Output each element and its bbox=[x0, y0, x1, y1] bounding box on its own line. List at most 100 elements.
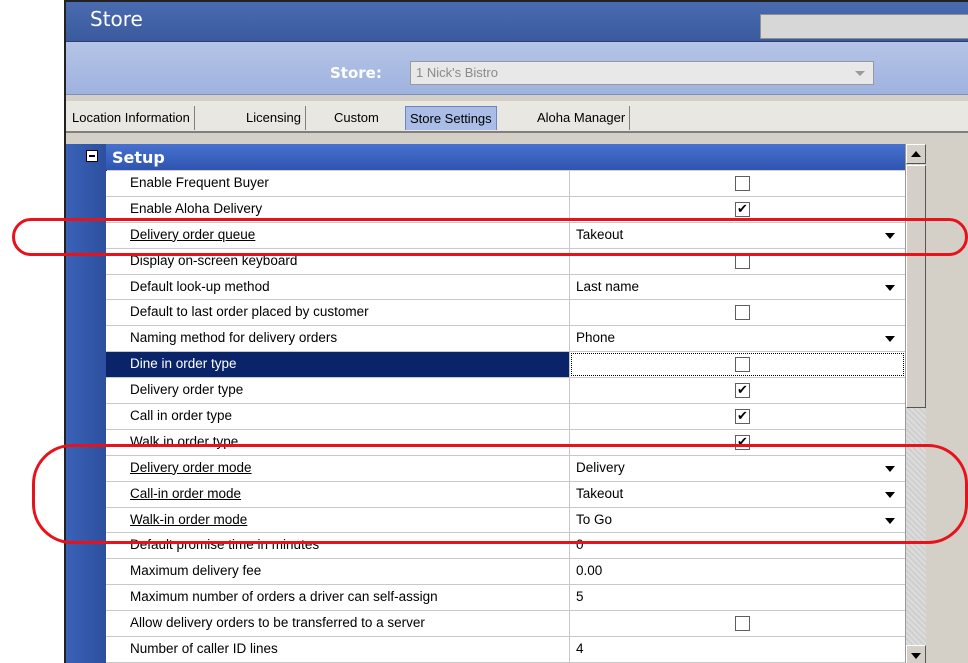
property-row[interactable]: Maximum delivery fee 0.00 bbox=[106, 559, 905, 586]
property-label: Delivery order mode bbox=[106, 455, 570, 481]
tab-custom[interactable]: Custom bbox=[330, 106, 383, 130]
property-label: Dine in order type bbox=[106, 352, 570, 378]
property-row[interactable]: Display on-screen keyboard bbox=[106, 248, 905, 275]
chevron-down-icon[interactable] bbox=[885, 232, 895, 239]
store-window: Store Store: 1 Nick's Bistro Location In… bbox=[64, 0, 968, 663]
property-label: Call in order type bbox=[106, 404, 570, 429]
property-row[interactable]: Enable Aloha Delivery bbox=[106, 196, 905, 223]
store-selector-bar: Store: 1 Nick's Bistro bbox=[66, 42, 968, 95]
property-row[interactable]: Walk in order type bbox=[106, 429, 905, 456]
dropdown-value: Delivery bbox=[576, 459, 625, 475]
chevron-down-icon[interactable] bbox=[885, 465, 895, 472]
store-dropdown-value: 1 Nick's Bistro bbox=[416, 65, 498, 80]
property-row[interactable]: Delivery order queue Takeout bbox=[106, 222, 905, 249]
vertical-scrollbar[interactable] bbox=[905, 144, 926, 663]
property-checkbox-cell[interactable] bbox=[570, 611, 905, 637]
property-row[interactable]: Delivery order type bbox=[106, 378, 905, 405]
property-checkbox-cell[interactable] bbox=[570, 378, 905, 404]
chevron-down-icon[interactable] bbox=[885, 284, 895, 291]
property-dropdown[interactable]: Delivery bbox=[570, 455, 905, 481]
property-row[interactable]: Delivery order mode Delivery bbox=[106, 455, 905, 482]
property-label: Maximum delivery fee bbox=[106, 559, 570, 585]
property-checkbox-cell[interactable] bbox=[570, 352, 905, 378]
property-dropdown[interactable]: Takeout bbox=[570, 222, 905, 248]
property-row[interactable]: Allow delivery orders to be transferred … bbox=[106, 611, 905, 638]
property-label: Maximum number of orders a driver can se… bbox=[106, 585, 570, 611]
property-label: Number of caller ID lines bbox=[106, 637, 570, 662]
dropdown-value: Phone bbox=[576, 330, 616, 346]
property-checkbox-cell[interactable] bbox=[570, 429, 905, 455]
property-label: Walk-in order mode bbox=[106, 507, 570, 533]
property-row[interactable]: Default promise time in minutes 0 bbox=[106, 533, 905, 560]
property-text-value[interactable]: 4 bbox=[570, 637, 905, 662]
dropdown-value: To Go bbox=[576, 511, 613, 527]
dropdown-value: Takeout bbox=[576, 485, 624, 501]
property-row[interactable]: Default to last order placed by customer bbox=[106, 300, 905, 327]
property-row[interactable]: Call-in order mode Takeout bbox=[106, 481, 905, 508]
property-row[interactable]: Call in order type bbox=[106, 404, 905, 430]
property-checkbox-cell[interactable] bbox=[570, 404, 905, 429]
grid-left-margin bbox=[66, 144, 107, 663]
scroll-down-arrow-icon[interactable] bbox=[906, 645, 926, 663]
tab-aloha-manager[interactable]: Aloha Manager bbox=[533, 106, 631, 130]
tab-location-information[interactable]: Location Information bbox=[68, 106, 195, 130]
scroll-thumb[interactable] bbox=[906, 165, 926, 408]
property-row[interactable]: Maximum number of orders a driver can se… bbox=[106, 585, 905, 612]
property-dropdown[interactable]: To Go bbox=[570, 507, 905, 533]
checkbox-checked-icon[interactable] bbox=[735, 382, 750, 399]
property-checkbox-cell[interactable] bbox=[570, 171, 905, 196]
property-dropdown[interactable]: Phone bbox=[570, 326, 905, 352]
checkbox-unchecked-icon[interactable] bbox=[735, 305, 750, 321]
property-dropdown[interactable]: Takeout bbox=[570, 481, 905, 507]
tab-bar: Location Information Licensing Custom St… bbox=[66, 101, 968, 133]
chevron-down-icon[interactable] bbox=[885, 491, 895, 498]
property-label: Call-in order mode bbox=[106, 481, 570, 507]
checkbox-checked-icon[interactable] bbox=[735, 434, 750, 450]
property-label: Walk in order type bbox=[106, 429, 570, 455]
scroll-up-arrow-icon[interactable] bbox=[906, 144, 926, 164]
property-row[interactable]: Walk-in order mode To Go bbox=[106, 507, 905, 534]
property-label: Default look-up method bbox=[106, 274, 570, 300]
property-label: Allow delivery orders to be transferred … bbox=[106, 611, 570, 637]
chevron-down-icon[interactable] bbox=[885, 336, 895, 343]
checkbox-checked-icon[interactable] bbox=[735, 408, 750, 425]
property-row[interactable]: Naming method for delivery orders Phone bbox=[106, 326, 905, 353]
property-row[interactable]: Default look-up method Last name bbox=[106, 274, 905, 301]
property-label: Naming method for delivery orders bbox=[106, 326, 570, 352]
collapse-icon[interactable] bbox=[86, 150, 98, 162]
property-label: Delivery order queue bbox=[106, 222, 570, 248]
checkbox-checked-icon[interactable] bbox=[735, 201, 750, 217]
property-text-value[interactable]: 0.00 bbox=[570, 559, 905, 585]
property-checkbox-cell[interactable] bbox=[570, 248, 905, 274]
property-row[interactable]: Number of caller ID lines 4 bbox=[106, 637, 905, 663]
dropdown-value: Takeout bbox=[576, 226, 624, 242]
property-label: Default to last order placed by customer bbox=[106, 300, 570, 326]
property-label: Default promise time in minutes bbox=[106, 533, 570, 559]
title-bar-panel bbox=[760, 14, 968, 39]
section-title: Setup bbox=[112, 148, 165, 167]
section-header-setup[interactable]: Setup bbox=[86, 144, 905, 170]
property-checkbox-cell[interactable] bbox=[570, 300, 905, 326]
property-row[interactable]: Dine in order type bbox=[106, 352, 905, 379]
chevron-down-icon[interactable] bbox=[855, 71, 865, 76]
checkbox-unchecked-icon[interactable] bbox=[735, 253, 750, 269]
property-checkbox-cell[interactable] bbox=[570, 196, 905, 222]
checkbox-unchecked-icon[interactable] bbox=[735, 176, 750, 191]
property-grid: Setup Enable Frequent Buyer Enable Aloha … bbox=[66, 139, 968, 663]
property-rows: Enable Frequent Buyer Enable Aloha Delive… bbox=[106, 171, 905, 663]
property-label: Delivery order type bbox=[106, 378, 570, 404]
property-label: Enable Frequent Buyer bbox=[106, 171, 570, 196]
property-text-value[interactable]: 0 bbox=[570, 533, 905, 559]
property-text-value[interactable]: 5 bbox=[570, 585, 905, 611]
checkbox-unchecked-icon[interactable] bbox=[735, 616, 750, 632]
property-row[interactable]: Enable Frequent Buyer bbox=[106, 171, 905, 197]
tab-licensing[interactable]: Licensing bbox=[242, 106, 306, 130]
property-dropdown[interactable]: Last name bbox=[570, 274, 905, 300]
property-label: Display on-screen keyboard bbox=[106, 248, 570, 274]
chevron-down-icon[interactable] bbox=[885, 517, 895, 524]
tab-store-settings[interactable]: Store Settings bbox=[405, 106, 497, 130]
store-label: Store: bbox=[330, 64, 382, 82]
store-dropdown[interactable]: 1 Nick's Bistro bbox=[410, 61, 874, 85]
property-label: Enable Aloha Delivery bbox=[106, 196, 570, 222]
checkbox-unchecked-icon[interactable] bbox=[735, 357, 750, 373]
